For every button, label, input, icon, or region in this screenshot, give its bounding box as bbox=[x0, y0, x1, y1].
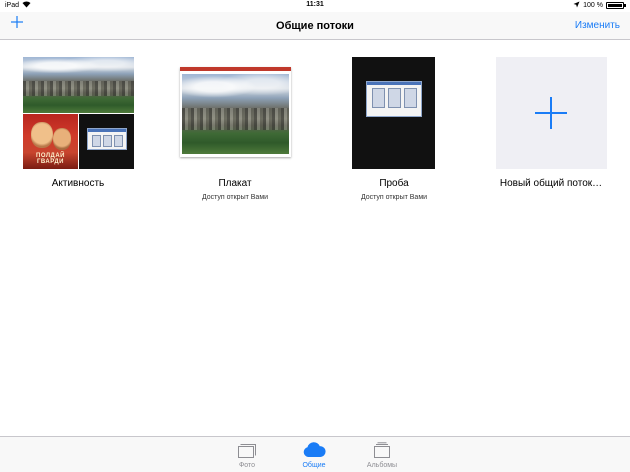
tab-shared[interactable]: Общие bbox=[284, 437, 344, 472]
stream-name: Новый общий поток… bbox=[499, 178, 603, 189]
tab-label: Общие bbox=[302, 462, 326, 469]
status-right: 100 % bbox=[573, 1, 626, 10]
activity-photo-landscape bbox=[23, 57, 134, 113]
albums-icon bbox=[372, 442, 392, 464]
screenshot-pane bbox=[372, 88, 385, 109]
screenshot-pane bbox=[92, 135, 101, 147]
poster-text: ПОЛДАЙ ГВАРДИ bbox=[36, 153, 65, 165]
plakat-photo bbox=[182, 74, 289, 154]
poster-face bbox=[31, 122, 53, 148]
screenshot-pane bbox=[404, 88, 417, 109]
tab-bar: Фото Общие Альбомы bbox=[0, 436, 630, 472]
cloud-icon bbox=[302, 442, 326, 463]
edit-button[interactable]: Изменить bbox=[575, 20, 620, 31]
stream-activity[interactable]: ПОЛДАЙ ГВАРДИ Активность bbox=[23, 57, 134, 197]
tab-label: Фото bbox=[238, 462, 256, 469]
new-stream-tile bbox=[496, 57, 607, 169]
screenshot-window bbox=[366, 81, 422, 117]
tab-albums[interactable]: Альбомы bbox=[352, 437, 412, 472]
screenshot-window-bar bbox=[88, 129, 126, 132]
screenshot-window-bar bbox=[367, 82, 421, 85]
stream-name: Проба bbox=[379, 178, 409, 189]
stream-name: Активность bbox=[51, 178, 105, 189]
new-shared-stream[interactable]: Новый общий поток… bbox=[496, 57, 607, 197]
battery-fill bbox=[608, 4, 622, 7]
tab-label: Альбомы bbox=[366, 462, 398, 469]
stream-proba[interactable]: Проба Доступ открыт Вами bbox=[352, 57, 435, 207]
photos-stack-icon bbox=[237, 442, 257, 464]
screenshot-pane bbox=[388, 88, 401, 109]
activity-photo-screenshot bbox=[79, 114, 134, 169]
poster-face bbox=[53, 128, 71, 150]
stream-subtitle: Доступ открыт Вами bbox=[360, 194, 428, 201]
stream-name: Плакат bbox=[218, 178, 252, 189]
location-arrow-icon bbox=[573, 1, 580, 10]
page-title: Общие потоки bbox=[276, 20, 354, 32]
stream-subtitle: Доступ открыт Вами bbox=[201, 194, 269, 201]
battery-percent: 100 % bbox=[583, 2, 603, 9]
plakat-red-strip bbox=[180, 67, 291, 71]
battery-icon bbox=[606, 2, 626, 9]
screenshot-window bbox=[87, 128, 127, 150]
stream-plakat[interactable]: Плакат Доступ открыт Вами bbox=[180, 57, 291, 207]
status-time: 11:31 bbox=[306, 1, 324, 8]
plakat-thumbnail bbox=[180, 67, 291, 157]
tab-photos[interactable]: Фото bbox=[217, 437, 277, 472]
screenshot-pane bbox=[114, 135, 123, 147]
activity-photo-poster: ПОЛДАЙ ГВАРДИ bbox=[23, 114, 78, 169]
status-bar: iPad 11:31 100 % bbox=[0, 0, 630, 12]
proba-thumbnail bbox=[352, 57, 435, 169]
screenshot-pane bbox=[103, 135, 112, 147]
nav-bar: Общие потоки Изменить bbox=[0, 12, 630, 40]
